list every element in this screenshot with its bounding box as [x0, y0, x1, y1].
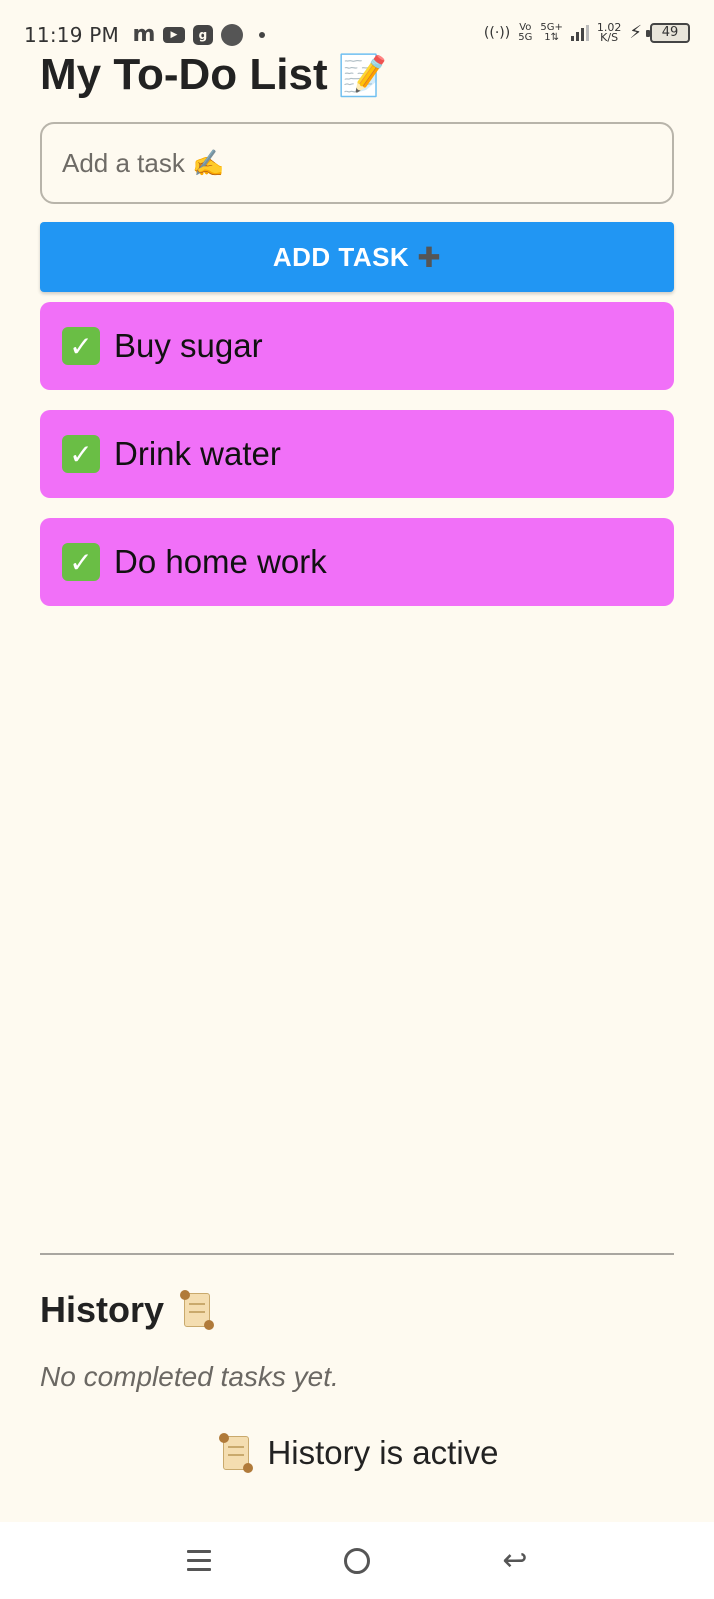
- more-notifications-icon: [258, 31, 265, 38]
- add-task-label: ADD TASK: [272, 241, 410, 272]
- history-status: History is active: [40, 1433, 674, 1473]
- task-input[interactable]: [40, 122, 674, 204]
- signal-icon: [570, 24, 589, 41]
- check-mark-icon: ✓: [62, 327, 100, 365]
- check-mark-icon: ✓: [62, 435, 100, 473]
- home-circle-icon: [344, 1547, 370, 1574]
- add-task-button[interactable]: ADD TASK ✚: [40, 222, 674, 292]
- system-nav-bar: ↩: [0, 1522, 714, 1599]
- recent-apps-button[interactable]: [169, 1531, 229, 1591]
- battery-level: 49: [661, 25, 679, 40]
- home-button[interactable]: [327, 1531, 387, 1591]
- scroll-icon: [215, 1433, 255, 1473]
- task-item[interactable]: ✓ Do home work: [40, 518, 674, 606]
- check-mark-icon: ✓: [62, 543, 100, 581]
- page-title-text: My To-Do List: [40, 50, 328, 99]
- menu-icon: [187, 1550, 211, 1571]
- history-status-text: History is active: [267, 1434, 499, 1471]
- task-label: Buy sugar: [114, 327, 263, 364]
- network-type-top: 5G+: [540, 21, 563, 33]
- page-title: My To-Do List 📝: [40, 40, 674, 110]
- volte-top: Vo: [519, 21, 532, 33]
- task-label: Drink water: [114, 435, 281, 472]
- history-empty-text: No completed tasks yet.: [40, 1361, 339, 1392]
- history-section: History No completed tasks yet. History …: [40, 1253, 674, 1473]
- plus-icon: ✚: [417, 241, 442, 273]
- history-title-text: History: [40, 1289, 165, 1330]
- hotspot-icon: ((·)): [483, 24, 511, 41]
- task-item[interactable]: ✓ Drink water: [40, 410, 674, 498]
- task-list: ✓ Buy sugar ✓ Drink water ✓ Do home work: [40, 302, 674, 606]
- divider: [40, 1253, 674, 1255]
- history-title: History: [40, 1285, 674, 1335]
- back-arrow-icon: ↩: [502, 1543, 528, 1578]
- task-item[interactable]: ✓ Buy sugar: [40, 302, 674, 390]
- back-button[interactable]: ↩: [485, 1531, 545, 1591]
- todo-page: My To-Do List 📝 ADD TASK ✚ ✓ Buy sugar ✓…: [40, 40, 674, 626]
- memo-icon: 📝: [337, 53, 388, 98]
- task-label: Do home work: [114, 543, 327, 580]
- scroll-icon: [176, 1290, 216, 1330]
